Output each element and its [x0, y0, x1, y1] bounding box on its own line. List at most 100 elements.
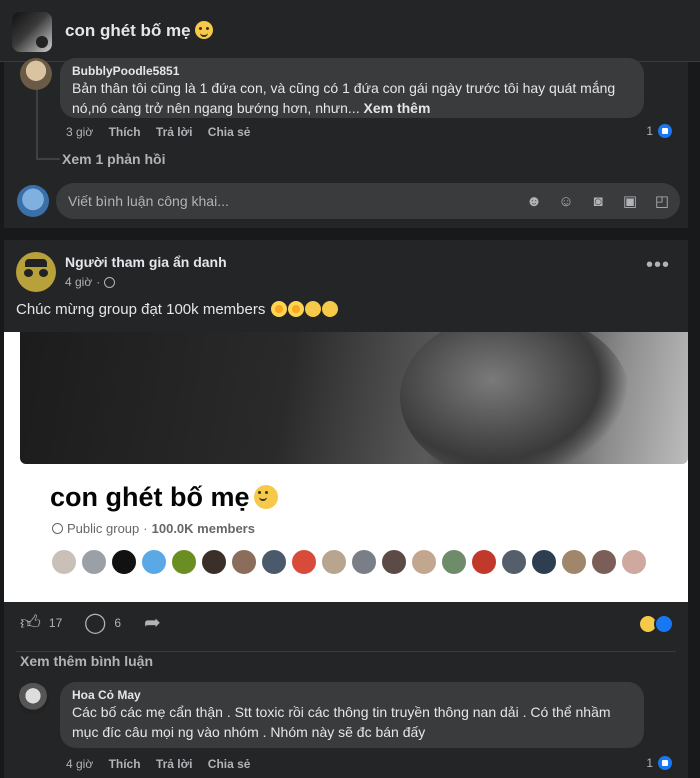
- member-avatar: [440, 548, 468, 576]
- avatar[interactable]: [17, 683, 49, 715]
- gif-icon[interactable]: ▣: [620, 191, 640, 211]
- hat-icon: [25, 259, 47, 267]
- hug-emoji-icon: [321, 301, 338, 317]
- comment-body: Các bố các mẹ cẩn thận . Stt toxic rồi c…: [72, 704, 611, 740]
- comment-action[interactable]: ◯ 6: [84, 612, 121, 634]
- reaction-count: 1: [646, 124, 653, 138]
- comment-bubble: Hoa Cỏ May Các bố các mẹ cẩn thận . Stt …: [60, 682, 644, 748]
- like-badge-icon: [656, 754, 674, 772]
- member-avatar: [50, 548, 78, 576]
- member-avatar: [170, 548, 198, 576]
- like-icon: 👍︎: [20, 612, 41, 634]
- comment-time[interactable]: 3 giờ: [66, 125, 93, 139]
- comment-body: Bản thân tôi cũng là 1 đứa con, và cũng …: [72, 80, 616, 116]
- post-reactions[interactable]: [638, 614, 674, 634]
- thread-connector: [36, 158, 60, 160]
- member-avatar: [410, 548, 438, 576]
- member-avatar: [320, 548, 348, 576]
- shared-group-name-text: con ghét bố mẹ: [50, 482, 250, 512]
- avatar[interactable]: [20, 58, 52, 90]
- member-avatar: [110, 548, 138, 576]
- party-emoji-icon: [304, 301, 321, 317]
- group-header: con ghét bố mẹ: [0, 0, 700, 62]
- comment-time[interactable]: 4 giờ: [66, 757, 93, 771]
- reply-button[interactable]: Trả lời: [156, 125, 193, 139]
- like-badge-icon: [656, 122, 674, 140]
- post-action-bar: 👍︎ 17 ◯ 6 ➦: [4, 602, 688, 644]
- group-title[interactable]: con ghét bố mẹ: [65, 21, 213, 41]
- comment-reactions[interactable]: 1: [646, 122, 674, 140]
- member-avatar: [260, 548, 288, 576]
- camera-icon[interactable]: ◙: [588, 191, 608, 211]
- comment-author[interactable]: Hoa Cỏ May: [72, 688, 632, 702]
- post-meta: 4 giờ ·: [65, 275, 116, 289]
- comment-text: Bản thân tôi cũng là 1 đứa con, và cũng …: [72, 78, 632, 118]
- comment-input-tools: ☻ ☺ ◙ ▣ ◰: [524, 191, 672, 211]
- anonymous-avatar[interactable]: [16, 252, 56, 292]
- view-more-comments-link[interactable]: Xem thêm bình luận: [20, 653, 153, 669]
- member-avatars: [50, 548, 648, 576]
- smile-emoji-icon: [253, 485, 278, 509]
- see-more-link[interactable]: Xem thêm: [364, 100, 431, 116]
- comment-input-box: ☻ ☺ ◙ ▣ ◰: [56, 183, 680, 219]
- member-avatar: [530, 548, 558, 576]
- current-user-avatar[interactable]: [17, 185, 49, 217]
- smile-emoji-icon: [194, 21, 213, 39]
- member-avatar: [140, 548, 168, 576]
- like-button[interactable]: Thích: [109, 757, 141, 771]
- globe-icon: [104, 276, 116, 288]
- flower-emoji-icon: [287, 301, 304, 317]
- member-avatar: [230, 548, 258, 576]
- member-avatar: [560, 548, 588, 576]
- group-title-text: con ghét bố mẹ: [65, 21, 191, 40]
- divider: [16, 651, 676, 652]
- shared-group-preview[interactable]: con ghét bố mẹ Public group · 100.0K mem…: [4, 332, 688, 602]
- member-avatar: [380, 548, 408, 576]
- group-thumbnail[interactable]: [12, 12, 52, 52]
- reply-button[interactable]: Trả lời: [156, 757, 193, 771]
- group-member-count: 100.0K members: [151, 521, 255, 536]
- like-action[interactable]: 👍︎ 17: [20, 612, 63, 634]
- member-avatar: [470, 548, 498, 576]
- post-author[interactable]: Người tham gia ẩn danh: [65, 254, 227, 270]
- share-button[interactable]: Chia sẻ: [208, 757, 251, 771]
- comment-icon: ◯: [84, 612, 107, 634]
- like-count: 17: [48, 616, 63, 630]
- comment-actions: 3 giờ Thích Trả lời Chia sẻ: [66, 125, 262, 139]
- comment-reactions[interactable]: 1: [646, 754, 674, 772]
- member-avatar: [620, 548, 648, 576]
- like-reaction-icon: [654, 614, 674, 634]
- comment-input[interactable]: [56, 183, 496, 219]
- group-cover-photo: [20, 332, 688, 464]
- emoji-icon[interactable]: ☺: [556, 191, 576, 211]
- member-avatar: [590, 548, 618, 576]
- post-body: Chúc mừng group đạt 100k members: [16, 301, 266, 318]
- share-button[interactable]: Chia sẻ: [208, 125, 251, 139]
- shared-group-meta: Public group · 100.0K members: [52, 521, 255, 536]
- globe-icon: [52, 523, 63, 534]
- share-action[interactable]: ➦: [144, 612, 161, 634]
- comment-bubble: BubblyPoodle5851 Bản thân tôi cũng là 1 …: [60, 58, 644, 118]
- shared-group-name: con ghét bố mẹ: [50, 482, 278, 513]
- member-avatar: [290, 548, 318, 576]
- comment-actions: 4 giờ Thích Trả lời Chia sẻ: [66, 757, 262, 771]
- member-avatar: [350, 548, 378, 576]
- post-text: Chúc mừng group đạt 100k members: [16, 301, 338, 318]
- member-avatar: [200, 548, 228, 576]
- flower-emoji-icon: [270, 301, 287, 317]
- share-icon: ➦: [144, 612, 161, 634]
- more-options-button[interactable]: •••: [646, 255, 670, 275]
- reaction-count: 1: [646, 756, 653, 770]
- group-privacy: Public group: [67, 521, 140, 536]
- member-avatar: [500, 548, 528, 576]
- member-avatar: [80, 548, 108, 576]
- post-card: Người tham gia ẩn danh 4 giờ · ••• Chúc …: [4, 240, 688, 778]
- previous-post-card: BubblyPoodle5851 Bản thân tôi cũng là 1 …: [4, 58, 688, 228]
- view-replies-link[interactable]: Xem 1 phản hồi: [62, 151, 165, 167]
- comment-author[interactable]: BubblyPoodle5851: [72, 64, 632, 78]
- post-time[interactable]: 4 giờ: [65, 275, 92, 289]
- like-button[interactable]: Thích: [109, 125, 141, 139]
- avatar-sticker-icon[interactable]: ☻: [524, 191, 544, 211]
- sticker-icon[interactable]: ◰: [652, 191, 672, 211]
- glasses-icon: [24, 269, 48, 277]
